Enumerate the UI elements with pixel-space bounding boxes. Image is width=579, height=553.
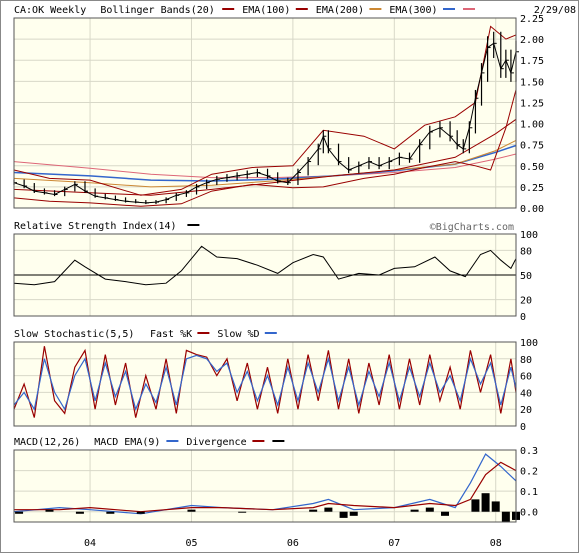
divergence-bar [441, 511, 450, 516]
y-tick-label-2-1: 20 [520, 405, 532, 416]
y-tick-label-2-3: 60 [520, 372, 532, 383]
divergence-bar [324, 507, 333, 512]
divergence-bar [425, 507, 434, 512]
panel-price: CA:OK Weekly Bollinger Bands(20) EMA(100) E… [0, 0, 579, 215]
panel-title-price: CA:OK Weekly [14, 5, 86, 16]
divergence-bar [501, 511, 510, 522]
panel-rsi: Relative Strength Index(14) 0 20 50 80 100 ©Bi… [0, 218, 579, 323]
legend-label-2-1: Slow %D [217, 329, 259, 340]
y-tick-label-2-4: 80 [520, 355, 532, 366]
y-tick-label-0-4: 1.00 [520, 120, 544, 131]
y-tick-label-0-9: 2.25 [520, 14, 544, 25]
divergence-bar [15, 511, 24, 514]
divergence-bar [339, 511, 348, 518]
panel-macd: MACD(12,26) MACD EMA(9) Divergence 0.0 0.1 0.… [0, 434, 579, 523]
x-tick-label-3: 07 [388, 538, 400, 549]
divergence-bar [309, 509, 318, 512]
divergence-bar [106, 511, 115, 514]
x-tick-label-2: 06 [287, 538, 299, 549]
legend-label-3-1: Divergence [186, 437, 246, 448]
divergence-bar [187, 509, 196, 512]
legend-label-2-0: Fast %K [150, 329, 192, 340]
divergence-bar [491, 501, 500, 512]
y-tick-label-2-0: 0 [520, 422, 526, 433]
y-tick-label-1-1: 20 [520, 296, 532, 307]
y-tick-label-0-5: 1.25 [520, 98, 544, 109]
x-tick-label-0: 04 [84, 538, 96, 549]
x-tick-label-4: 08 [490, 538, 502, 549]
y-tick-label-0-3: 0.75 [520, 141, 544, 152]
x-tick-label-1: 05 [185, 538, 197, 549]
plot-area-macd [14, 450, 516, 522]
legend-label-0-3: EMA(300) [389, 5, 437, 16]
panel-header-macd [0, 434, 579, 450]
y-tick-label-2-5: 100 [520, 338, 538, 349]
divergence-bar [349, 511, 358, 516]
panel-title-stochastic: Slow Stochastic(5,5) [14, 329, 134, 340]
y-tick-label-1-4: 100 [520, 230, 538, 241]
y-tick-label-1-2: 50 [520, 271, 532, 282]
y-tick-label-1-3: 80 [520, 246, 532, 257]
watermark: ©BigCharts.com [430, 222, 514, 233]
divergence-bar [45, 509, 54, 512]
y-tick-label-3-3: 0.3 [520, 446, 538, 457]
legend-label-0-2: EMA(200) [316, 5, 364, 16]
legend-label-3-0: MACD EMA(9) [94, 437, 160, 448]
divergence-bar [410, 509, 419, 512]
y-tick-label-3-0: 0.0 [520, 508, 538, 519]
y-tick-label-0-6: 1.50 [520, 77, 544, 88]
y-tick-label-0-0: 0.00 [520, 204, 544, 215]
y-tick-label-0-1: 0.25 [520, 183, 544, 194]
y-tick-label-0-8: 2.00 [520, 35, 544, 46]
divergence-bar [481, 493, 490, 512]
divergence-bar [75, 511, 84, 514]
chart-root: CA:OK Weekly Bollinger Bands(20) EMA(100) E… [0, 0, 579, 553]
y-tick-label-3-1: 0.1 [520, 487, 538, 498]
panel-title-macd: MACD(12,26) [14, 437, 80, 448]
plot-area-stochastic [14, 342, 516, 426]
panel-title-rsi: Relative Strength Index(14) [14, 221, 177, 232]
y-tick-label-0-7: 1.75 [520, 56, 544, 67]
divergence-bar [238, 511, 247, 513]
panel-stochastic: Slow Stochastic(5,5) Fast %K Slow %D 0 20 40 6… [0, 326, 579, 433]
legend-label-0-0: Bollinger Bands(20) [100, 5, 214, 16]
y-tick-label-0-2: 0.50 [520, 162, 544, 173]
divergence-bar [136, 511, 145, 514]
y-tick-label-1-0: 0 [520, 312, 526, 323]
legend-label-0-1: EMA(100) [242, 5, 290, 16]
divergence-bar [471, 499, 480, 512]
y-tick-label-2-2: 40 [520, 388, 532, 399]
y-tick-label-3-2: 0.2 [520, 467, 538, 478]
